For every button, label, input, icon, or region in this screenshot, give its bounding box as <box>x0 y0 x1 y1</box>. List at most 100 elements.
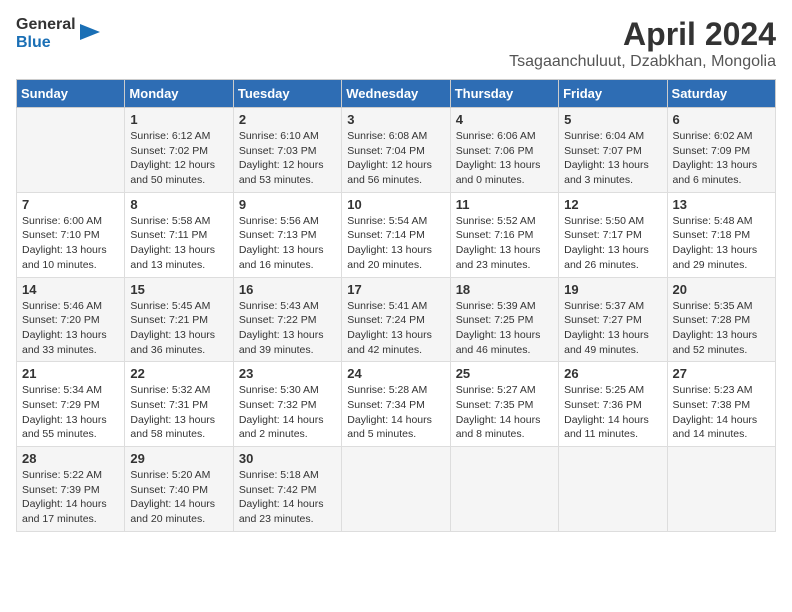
day-info: Sunrise: 5:46 AM Sunset: 7:20 PM Dayligh… <box>22 299 119 358</box>
day-info: Sunrise: 5:45 AM Sunset: 7:21 PM Dayligh… <box>130 299 227 358</box>
page-header: General Blue April 2024 Tsagaanchuluut, … <box>16 16 776 71</box>
day-info: Sunrise: 5:23 AM Sunset: 7:38 PM Dayligh… <box>673 383 770 442</box>
calendar-cell: 28Sunrise: 5:22 AM Sunset: 7:39 PM Dayli… <box>17 447 125 532</box>
day-number: 18 <box>456 282 553 297</box>
header-cell-wednesday: Wednesday <box>342 80 450 108</box>
calendar-cell: 8 Sunrise: 5:58 AM Sunset: 7:11 PM Daylig… <box>125 192 233 277</box>
day-info: Sunrise: 5:20 AM Sunset: 7:40 PM Dayligh… <box>130 468 227 527</box>
calendar-cell: 2 Sunrise: 6:10 AM Sunset: 7:03 PM Daylig… <box>233 108 341 193</box>
calendar-cell <box>450 447 558 532</box>
day-number: 2 <box>239 112 336 127</box>
calendar-cell: 26 Sunrise: 5:25 AM Sunset: 7:36 PM Dayli… <box>559 362 667 447</box>
day-number: 15 <box>130 282 227 297</box>
calendar-header: SundayMondayTuesdayWednesdayThursdayFrid… <box>17 80 776 108</box>
calendar-cell: 1 Sunrise: 6:12 AM Sunset: 7:02 PM Daylig… <box>125 108 233 193</box>
day-info: Sunrise: 6:04 AM Sunset: 7:07 PM Dayligh… <box>564 129 661 188</box>
calendar-cell: 17 Sunrise: 5:41 AM Sunset: 7:24 PM Dayli… <box>342 277 450 362</box>
day-info: Sunrise: 5:25 AM Sunset: 7:36 PM Dayligh… <box>564 383 661 442</box>
calendar-body: 1 Sunrise: 6:12 AM Sunset: 7:02 PM Daylig… <box>17 108 776 532</box>
day-number: 23 <box>239 366 336 381</box>
calendar-cell: 29 Sunrise: 5:20 AM Sunset: 7:40 PM Dayli… <box>125 447 233 532</box>
day-info: Sunrise: 5:35 AM Sunset: 7:28 PM Dayligh… <box>673 299 770 358</box>
logo: General Blue <box>16 16 100 51</box>
logo-arrow-icon <box>80 24 100 44</box>
calendar-cell: 18 Sunrise: 5:39 AM Sunset: 7:25 PM Dayli… <box>450 277 558 362</box>
day-info: Sunrise: 5:52 AM Sunset: 7:16 PM Dayligh… <box>456 214 553 273</box>
day-number: 1 <box>130 112 227 127</box>
day-info: Sunrise: 5:34 AM Sunset: 7:29 PM Dayligh… <box>22 383 119 442</box>
week-row-5: 28Sunrise: 5:22 AM Sunset: 7:39 PM Dayli… <box>17 447 776 532</box>
day-info: Sunrise: 5:30 AM Sunset: 7:32 PM Dayligh… <box>239 383 336 442</box>
calendar-cell: 3 Sunrise: 6:08 AM Sunset: 7:04 PM Daylig… <box>342 108 450 193</box>
week-row-4: 21Sunrise: 5:34 AM Sunset: 7:29 PM Dayli… <box>17 362 776 447</box>
day-info: Sunrise: 5:41 AM Sunset: 7:24 PM Dayligh… <box>347 299 444 358</box>
day-info: Sunrise: 5:56 AM Sunset: 7:13 PM Dayligh… <box>239 214 336 273</box>
calendar-cell: 4 Sunrise: 6:06 AM Sunset: 7:06 PM Daylig… <box>450 108 558 193</box>
day-info: Sunrise: 6:02 AM Sunset: 7:09 PM Dayligh… <box>673 129 770 188</box>
day-number: 10 <box>347 197 444 212</box>
day-number: 11 <box>456 197 553 212</box>
calendar-cell: 20 Sunrise: 5:35 AM Sunset: 7:28 PM Dayli… <box>667 277 775 362</box>
day-info: Sunrise: 6:08 AM Sunset: 7:04 PM Dayligh… <box>347 129 444 188</box>
calendar-cell: 14 Sunrise: 5:46 AM Sunset: 7:20 PM Dayli… <box>17 277 125 362</box>
day-number: 5 <box>564 112 661 127</box>
day-info: Sunrise: 6:12 AM Sunset: 7:02 PM Dayligh… <box>130 129 227 188</box>
calendar-table: SundayMondayTuesdayWednesdayThursdayFrid… <box>16 79 776 532</box>
header-cell-monday: Monday <box>125 80 233 108</box>
day-number: 9 <box>239 197 336 212</box>
calendar-cell: 25Sunrise: 5:27 AM Sunset: 7:35 PM Dayli… <box>450 362 558 447</box>
day-info: Sunrise: 6:10 AM Sunset: 7:03 PM Dayligh… <box>239 129 336 188</box>
calendar-cell: 24 Sunrise: 5:28 AM Sunset: 7:34 PM Dayli… <box>342 362 450 447</box>
day-number: 13 <box>673 197 770 212</box>
day-info: Sunrise: 5:28 AM Sunset: 7:34 PM Dayligh… <box>347 383 444 442</box>
calendar-cell <box>667 447 775 532</box>
day-info: Sunrise: 5:54 AM Sunset: 7:14 PM Dayligh… <box>347 214 444 273</box>
day-number: 24 <box>347 366 444 381</box>
calendar-cell: 15 Sunrise: 5:45 AM Sunset: 7:21 PM Dayli… <box>125 277 233 362</box>
day-info: Sunrise: 5:50 AM Sunset: 7:17 PM Dayligh… <box>564 214 661 273</box>
header-cell-sunday: Sunday <box>17 80 125 108</box>
calendar-cell: 23 Sunrise: 5:30 AM Sunset: 7:32 PM Dayli… <box>233 362 341 447</box>
day-number: 26 <box>564 366 661 381</box>
calendar-cell: 10 Sunrise: 5:54 AM Sunset: 7:14 PM Dayli… <box>342 192 450 277</box>
header-cell-tuesday: Tuesday <box>233 80 341 108</box>
calendar-cell: 22Sunrise: 5:32 AM Sunset: 7:31 PM Dayli… <box>125 362 233 447</box>
calendar-cell: 16Sunrise: 5:43 AM Sunset: 7:22 PM Dayli… <box>233 277 341 362</box>
logo-text: General Blue <box>16 16 76 51</box>
calendar-cell: 7 Sunrise: 6:00 AM Sunset: 7:10 PM Daylig… <box>17 192 125 277</box>
calendar-cell: 12 Sunrise: 5:50 AM Sunset: 7:17 PM Dayli… <box>559 192 667 277</box>
day-info: Sunrise: 5:27 AM Sunset: 7:35 PM Dayligh… <box>456 383 553 442</box>
day-number: 30 <box>239 451 336 466</box>
day-info: Sunrise: 5:58 AM Sunset: 7:11 PM Dayligh… <box>130 214 227 273</box>
day-info: Sunrise: 6:00 AM Sunset: 7:10 PM Dayligh… <box>22 214 119 273</box>
calendar-cell: 21Sunrise: 5:34 AM Sunset: 7:29 PM Dayli… <box>17 362 125 447</box>
day-number: 7 <box>22 197 119 212</box>
calendar-cell <box>342 447 450 532</box>
day-number: 17 <box>347 282 444 297</box>
day-number: 3 <box>347 112 444 127</box>
day-number: 16 <box>239 282 336 297</box>
day-info: Sunrise: 5:37 AM Sunset: 7:27 PM Dayligh… <box>564 299 661 358</box>
week-row-1: 1 Sunrise: 6:12 AM Sunset: 7:02 PM Daylig… <box>17 108 776 193</box>
logo-blue: Blue <box>16 34 51 51</box>
day-number: 28 <box>22 451 119 466</box>
day-info: Sunrise: 5:18 AM Sunset: 7:42 PM Dayligh… <box>239 468 336 527</box>
header-row: SundayMondayTuesdayWednesdayThursdayFrid… <box>17 80 776 108</box>
day-info: Sunrise: 6:06 AM Sunset: 7:06 PM Dayligh… <box>456 129 553 188</box>
day-info: Sunrise: 5:39 AM Sunset: 7:25 PM Dayligh… <box>456 299 553 358</box>
calendar-cell: 30 Sunrise: 5:18 AM Sunset: 7:42 PM Dayli… <box>233 447 341 532</box>
day-number: 27 <box>673 366 770 381</box>
page-title: April 2024 <box>509 16 776 53</box>
page-subtitle: Tsagaanchuluut, Dzabkhan, Mongolia <box>509 53 776 71</box>
day-number: 12 <box>564 197 661 212</box>
day-number: 29 <box>130 451 227 466</box>
day-number: 14 <box>22 282 119 297</box>
calendar-cell: 5 Sunrise: 6:04 AM Sunset: 7:07 PM Daylig… <box>559 108 667 193</box>
day-info: Sunrise: 5:32 AM Sunset: 7:31 PM Dayligh… <box>130 383 227 442</box>
calendar-cell: 13 Sunrise: 5:48 AM Sunset: 7:18 PM Dayli… <box>667 192 775 277</box>
day-info: Sunrise: 5:48 AM Sunset: 7:18 PM Dayligh… <box>673 214 770 273</box>
week-row-2: 7 Sunrise: 6:00 AM Sunset: 7:10 PM Daylig… <box>17 192 776 277</box>
day-number: 8 <box>130 197 227 212</box>
day-number: 4 <box>456 112 553 127</box>
day-number: 20 <box>673 282 770 297</box>
